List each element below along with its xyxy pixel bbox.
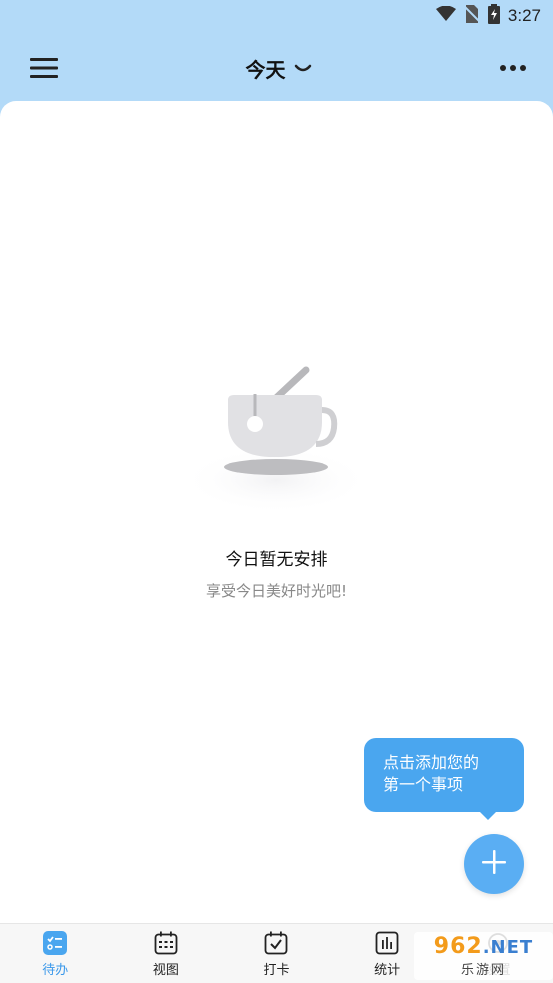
nav-item-todo[interactable]: 待办 (15, 930, 95, 978)
nav-label: 打卡 (263, 962, 290, 978)
page-title: 今天 (245, 57, 286, 82)
todo-icon (42, 930, 68, 956)
app-bar: 今天 (0, 36, 553, 100)
chevron-down-icon (294, 59, 312, 78)
plus-icon (481, 849, 507, 879)
battery-charging-icon (487, 4, 500, 28)
watermark-subtitle: 乐游网 (460, 963, 506, 978)
stats-icon (374, 930, 400, 956)
calendar-icon (153, 930, 179, 956)
more-icon[interactable] (497, 52, 529, 84)
no-sim-icon (463, 5, 481, 27)
coffee-cup-illustration (176, 360, 376, 514)
tooltip-tail (478, 810, 498, 820)
date-selector[interactable]: 今天 (246, 54, 312, 83)
nav-label: 待办 (42, 962, 69, 978)
nav-item-view[interactable]: 视图 (126, 930, 206, 978)
add-hint-tooltip: 点击添加您的 第一个事项 (364, 738, 524, 812)
empty-state-subtitle: 享受今日美好时光吧! (205, 582, 347, 600)
nav-item-checkin[interactable]: 打卡 (236, 930, 316, 978)
checkin-icon (263, 930, 289, 956)
watermark-logo-suffix: .NET (482, 937, 534, 958)
watermark-logo-number: 962 (433, 934, 483, 959)
status-bar: 3:27 (0, 0, 553, 32)
tooltip-line-1: 点击添加您的 (383, 753, 480, 772)
hamburger-icon[interactable] (28, 52, 60, 84)
site-watermark: 962.NET 乐游网 (414, 932, 553, 980)
empty-state-title: 今日暂无安排 (225, 550, 328, 570)
nav-label: 视图 (152, 962, 179, 978)
add-item-button[interactable] (464, 834, 524, 894)
status-time: 3:27 (507, 6, 541, 25)
wifi-icon (435, 5, 456, 26)
watermark-logo: 962.NET (434, 934, 533, 959)
nav-label: 统计 (374, 962, 401, 978)
tooltip-line-2: 第一个事项 (383, 775, 464, 794)
